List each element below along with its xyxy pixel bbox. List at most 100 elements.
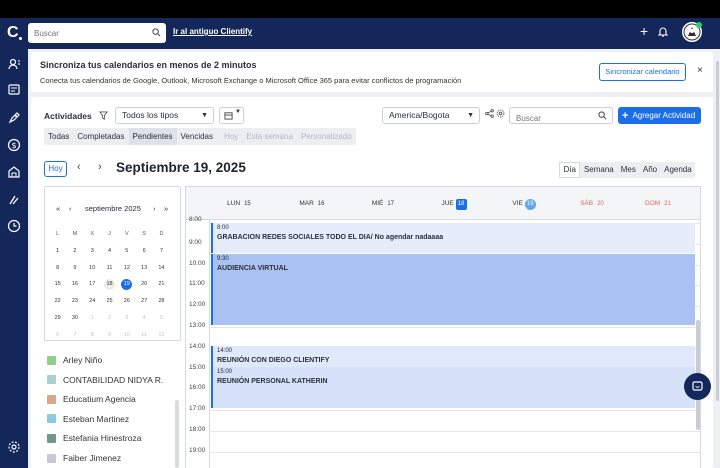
view-mes[interactable]: Mes <box>617 162 639 178</box>
user-item[interactable]: Educatium Agencia <box>47 392 136 406</box>
day-cell[interactable]: 5 <box>153 310 170 327</box>
search-icon[interactable] <box>598 111 607 120</box>
day-cell[interactable]: 25 <box>101 293 118 310</box>
day-cell[interactable]: 30 <box>66 310 83 327</box>
users-scrollbar[interactable] <box>175 400 179 468</box>
day-cell[interactable]: 3 <box>84 243 101 260</box>
tab-hoy[interactable]: Hoy <box>220 128 242 145</box>
day-cell[interactable]: 11 <box>101 260 118 277</box>
day-header[interactable]: MIÉ 17 <box>349 199 419 210</box>
calendar-picker-button[interactable]: ▼ <box>219 107 244 124</box>
day-cell[interactable]: 9 <box>101 327 118 344</box>
plus-icon[interactable]: + <box>640 23 648 39</box>
user-item[interactable]: Faiber Jimenez <box>47 451 121 465</box>
day-cell[interactable]: 23 <box>66 293 83 310</box>
calendar-event[interactable]: 15:00 REUNIÓN PERSONAL KATHERIN <box>211 367 695 408</box>
search-icon[interactable] <box>152 28 161 37</box>
view-ano[interactable]: Año <box>639 162 660 178</box>
filter-icon[interactable] <box>99 111 108 120</box>
day-header[interactable]: MAR 16 <box>278 199 348 210</box>
day-cell[interactable]: 29 <box>49 310 66 327</box>
last-year-icon[interactable]: » <box>164 204 168 213</box>
day-cell[interactable]: 4 <box>101 243 118 260</box>
view-dia[interactable]: Día <box>559 162 581 178</box>
tab-esta-semana[interactable]: Esta semana <box>242 128 297 145</box>
tab-personalizado[interactable]: Personalizado <box>297 128 356 145</box>
day-cell[interactable]: 13 <box>135 260 152 277</box>
day-cell[interactable]: 18 <box>101 276 118 293</box>
day-cell[interactable]: 17 <box>84 276 101 293</box>
day-cell[interactable]: 14 <box>153 260 170 277</box>
day-header[interactable]: LUN 15 <box>205 199 275 210</box>
day-cell[interactable]: 26 <box>118 293 135 310</box>
day-cell[interactable]: 16 <box>66 276 83 293</box>
chevron-left-icon[interactable]: ‹ <box>77 161 81 173</box>
settings-icon[interactable] <box>496 109 505 118</box>
view-agenda[interactable]: Agenda <box>661 162 696 178</box>
store-icon[interactable] <box>7 165 21 179</box>
activity-search-input[interactable] <box>510 111 596 126</box>
day-cell[interactable]: 1 <box>84 310 101 327</box>
first-year-icon[interactable]: « <box>56 204 60 213</box>
bell-icon[interactable] <box>658 26 668 37</box>
sync-calendar-button[interactable]: Sincronizar calendario <box>599 63 686 81</box>
user-item[interactable]: CONTABILIDAD NIDYA R. <box>47 373 163 387</box>
contacts-icon[interactable] <box>7 57 21 71</box>
user-item[interactable]: Estefania Hinestroza <box>47 431 141 445</box>
calendar-event[interactable]: 8:00 GRABACION REDES SOCIALES TODO EL DIA… <box>211 223 695 253</box>
share-icon[interactable] <box>485 109 494 118</box>
main-scrollbar[interactable] <box>714 49 720 468</box>
global-search-input[interactable] <box>28 23 143 44</box>
day-cell[interactable]: 10 <box>118 327 135 344</box>
add-activity-button[interactable]: + Agregar Actividad <box>618 107 701 124</box>
day-cell[interactable]: 6 <box>135 243 152 260</box>
automation-icon[interactable] <box>7 193 21 207</box>
tab-completadas[interactable]: Completadas <box>73 128 128 145</box>
tab-vencidas[interactable]: Vencidas <box>177 128 217 145</box>
day-cell[interactable]: 8 <box>49 260 66 277</box>
grid-scrollbar[interactable] <box>696 220 700 468</box>
day-cell[interactable]: 10 <box>84 260 101 277</box>
inbox-icon[interactable] <box>7 83 21 97</box>
calendar-event[interactable]: 9:30 AUDIENCIA VIRTUAL <box>211 254 695 325</box>
day-cell[interactable]: 4 <box>135 310 152 327</box>
day-cell[interactable]: 21 <box>153 276 170 293</box>
close-banner-button[interactable]: × <box>697 65 703 76</box>
settings-gear-icon[interactable] <box>7 440 21 454</box>
old-clientify-link[interactable]: Ir al antiguo Clientify <box>173 27 252 36</box>
day-cell[interactable]: 27 <box>135 293 152 310</box>
day-header[interactable]: SÁB 20 <box>558 199 628 210</box>
clientify-logo[interactable]: C <box>7 24 19 42</box>
chat-launcher-button[interactable] <box>684 373 711 400</box>
day-cell[interactable]: 2 <box>101 310 118 327</box>
user-item[interactable]: Esteban Martinez <box>47 412 129 426</box>
day-cell[interactable]: 24 <box>84 293 101 310</box>
tab-pendientes[interactable]: Pendientes <box>128 128 177 145</box>
day-cell[interactable]: 7 <box>153 243 170 260</box>
day-cell[interactable]: 9 <box>66 260 83 277</box>
activity-search[interactable] <box>509 107 613 126</box>
day-cell[interactable]: 2 <box>66 243 83 260</box>
user-item[interactable]: Arley Niño <box>47 353 102 367</box>
clock-icon[interactable] <box>7 219 21 233</box>
day-cell[interactable]: 28 <box>153 293 170 310</box>
activity-type-select[interactable]: Todos los tipos ▼ <box>115 107 214 124</box>
day-cell[interactable]: 19 <box>118 276 135 293</box>
day-cell[interactable]: 15 <box>49 276 66 293</box>
day-header[interactable]: JUE 18 <box>419 199 489 210</box>
timezone-select[interactable]: America/Bogota ▼ <box>382 107 480 124</box>
global-search[interactable] <box>28 23 166 44</box>
day-cell[interactable]: 22 <box>49 293 66 310</box>
day-cell[interactable]: 3 <box>118 310 135 327</box>
day-cell[interactable]: 11 <box>135 327 152 344</box>
dollar-icon[interactable]: $ <box>7 138 21 152</box>
day-cell[interactable]: 6 <box>49 327 66 344</box>
day-cell[interactable]: 7 <box>66 327 83 344</box>
next-month-icon[interactable]: › <box>153 204 156 213</box>
day-cell[interactable]: 1 <box>49 243 66 260</box>
day-header[interactable]: VIE 19 <box>489 199 559 210</box>
day-header[interactable]: DOM 21 <box>624 199 694 210</box>
view-semana[interactable]: Semana <box>580 162 617 178</box>
day-cell[interactable]: 20 <box>135 276 152 293</box>
day-cell[interactable]: 12 <box>118 260 135 277</box>
